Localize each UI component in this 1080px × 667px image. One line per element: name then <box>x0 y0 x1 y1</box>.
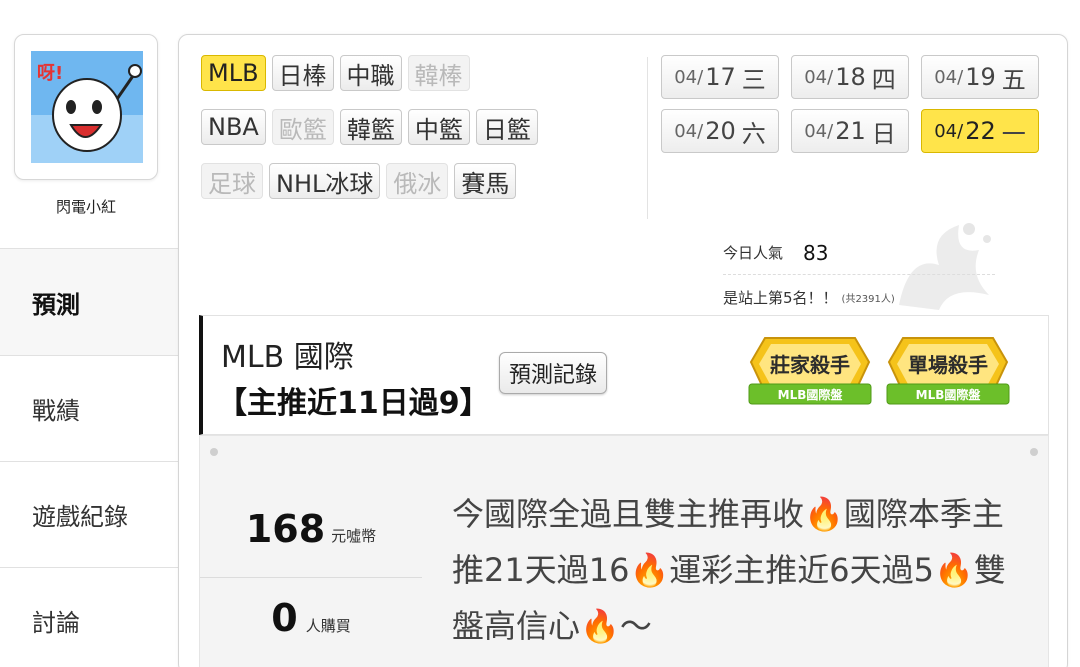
card-pin <box>1030 448 1038 456</box>
rank-row: 是站上第5名！！ (共2391人) <box>723 275 995 319</box>
prediction-card: 168 元噓幣 0 人購買 今國際全過且雙主推再收🔥國際本季主推21天過16🔥運… <box>199 435 1049 667</box>
date-month: 04/ <box>804 120 834 142</box>
single-game-killer-badge-icon: 單場殺手 MLB國際盤 <box>886 337 1010 405</box>
sidebar-item-discussion[interactable]: 討論 <box>0 568 178 667</box>
sport-tab-soccer: 足球 <box>201 163 263 199</box>
side-nav: 預測 戰績 遊戲紀錄 討論 <box>0 248 178 667</box>
date-month: 04/ <box>674 66 704 88</box>
date-button[interactable]: 04/20 六 <box>661 109 779 153</box>
date-day: 17 <box>705 63 736 91</box>
date-weekday: 五 <box>1001 65 1026 94</box>
date-month: 04/ <box>674 120 704 142</box>
sport-tab-nhl[interactable]: NHL冰球 <box>269 163 381 199</box>
avatar[interactable]: 呀! <box>14 34 158 180</box>
date-weekday: 一 <box>1001 119 1026 148</box>
sport-tab-npb[interactable]: 日棒 <box>271 55 334 91</box>
date-weekday: 四 <box>871 65 896 94</box>
card-pin <box>210 448 218 456</box>
sport-tab-cpbl[interactable]: 中職 <box>339 55 402 91</box>
badge-title: 單場殺手 <box>908 353 988 377</box>
prediction-record-button[interactable]: 預測記錄 <box>499 352 608 394</box>
sport-tab-horse-racing[interactable]: 賽馬 <box>454 163 517 199</box>
buyers-row: 0 人購買 <box>200 578 422 658</box>
date-button-selected[interactable]: 04/22 一 <box>921 109 1039 153</box>
divider <box>647 57 648 219</box>
sport-tab-khl: 俄冰 <box>386 163 449 199</box>
badge-sub: MLB國際盤 <box>916 387 982 402</box>
main-panel: MLB 日棒 中職 韓棒 NBA 歐籃 韓籃 中籃 日籃 足球 NHL冰球 俄冰… <box>178 34 1068 667</box>
date-day: 21 <box>835 117 866 145</box>
prediction-description: 今國際全過且雙主推再收🔥國際本季主推21天過16🔥運彩主推近6天過5🔥雙盤高信心… <box>452 495 1006 645</box>
date-day: 20 <box>705 117 736 145</box>
price-column: 168 元噓幣 0 人購買 <box>200 480 422 658</box>
sport-filter: MLB 日棒 中職 韓棒 NBA 歐籃 韓籃 中籃 日籃 足球 NHL冰球 俄冰… <box>201 55 641 217</box>
price-value: 168 <box>245 506 326 551</box>
popularity-box: 今日人氣 83 是站上第5名！！ (共2391人) <box>723 231 995 319</box>
total-users: (共2391人) <box>841 293 895 305</box>
date-month: 04/ <box>934 66 964 88</box>
badge-sub: MLB國際盤 <box>778 387 844 402</box>
popularity-row: 今日人氣 83 <box>723 231 995 275</box>
sport-tab-nba[interactable]: NBA <box>201 109 266 145</box>
sidebar-item-record[interactable]: 戰績 <box>0 356 178 462</box>
prediction-header: MLB 國際 【主推近11日過9】 預測記錄 莊家殺手 MLB國際盤 單場殺手 … <box>199 315 1049 435</box>
cartoon-avatar-icon: 呀! <box>31 51 143 163</box>
prediction-streak: 【主推近11日過9】 <box>217 386 490 421</box>
sport-row: NBA 歐籃 韓籃 中籃 日籃 <box>201 109 641 145</box>
date-day: 22 <box>965 117 996 145</box>
date-day: 18 <box>835 63 866 91</box>
username: 閃電小紅 <box>55 198 116 216</box>
sport-row: MLB 日棒 中職 韓棒 <box>201 55 641 91</box>
sport-tab-mlb[interactable]: MLB <box>201 55 266 91</box>
date-button[interactable]: 04/17 三 <box>661 55 779 99</box>
rank-text: 是站上第5名！！ <box>723 288 838 307</box>
date-weekday: 日 <box>871 119 896 148</box>
date-day: 19 <box>965 63 996 91</box>
date-weekday: 三 <box>741 65 766 94</box>
sport-tab-japan-basketball[interactable]: 日籃 <box>475 109 538 145</box>
date-selector: 04/17 三 04/18 四 04/19 五 04/20 六 04/21 日 04/22… <box>661 55 1056 153</box>
date-month: 04/ <box>804 66 834 88</box>
sport-row: 足球 NHL冰球 俄冰 賽馬 <box>201 163 641 199</box>
popularity-count: 83 <box>803 240 829 265</box>
date-weekday: 六 <box>741 119 766 148</box>
prediction-title: MLB 國際 <box>221 340 354 375</box>
buyers-unit: 人購買 <box>305 616 351 635</box>
sidebar-item-prediction[interactable]: 預測 <box>0 248 178 356</box>
sidebar-item-game-log[interactable]: 遊戲紀錄 <box>0 462 178 568</box>
sport-tab-kbo: 韓棒 <box>407 55 470 91</box>
sidebar: 呀! 閃電小紅 預測 戰績 遊戲紀錄 討論 <box>0 0 178 667</box>
date-button[interactable]: 04/21 日 <box>791 109 909 153</box>
sport-tab-china-basketball[interactable]: 中籃 <box>407 109 470 145</box>
price-row: 168 元噓幣 <box>200 480 422 578</box>
sport-tab-korea-basketball[interactable]: 韓籃 <box>339 109 402 145</box>
svg-text:呀!: 呀! <box>37 63 63 84</box>
price-unit: 元噓幣 <box>331 527 377 545</box>
badge-title: 莊家殺手 <box>770 353 850 377</box>
date-button[interactable]: 04/18 四 <box>791 55 909 99</box>
sport-tab-euro-basketball: 歐籃 <box>271 109 334 145</box>
bookmaker-killer-badge-icon: 莊家殺手 MLB國際盤 <box>748 337 872 405</box>
buyers-value: 0 <box>271 596 298 640</box>
date-month: 04/ <box>934 120 964 142</box>
date-button[interactable]: 04/19 五 <box>921 55 1039 99</box>
popularity-label: 今日人氣 <box>723 244 784 262</box>
